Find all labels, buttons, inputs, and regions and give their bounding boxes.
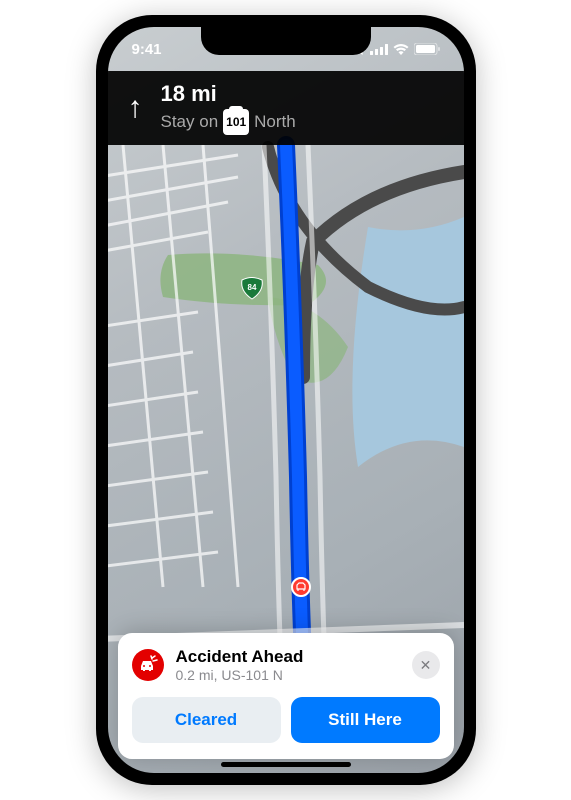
screen: 9:41 ◀ ↑ 18 mi Stay on 101 North 84 — [108, 27, 464, 773]
nav-instruction: Stay on 101 North — [161, 109, 296, 135]
phone-frame: 9:41 ◀ ↑ 18 mi Stay on 101 North 84 — [96, 15, 476, 785]
instruction-prefix: Stay on — [161, 112, 219, 132]
route-shield-icon: 101 — [223, 109, 249, 135]
alert-title: Accident Ahead — [176, 647, 400, 667]
wifi-icon — [393, 44, 409, 55]
still-here-button[interactable]: Still Here — [291, 697, 440, 743]
nav-distance: 18 mi — [161, 81, 296, 107]
incident-marker-icon[interactable] — [292, 578, 310, 596]
direction-arrow-icon: ↑ — [128, 91, 143, 125]
home-indicator[interactable] — [221, 762, 351, 767]
street-grid — [108, 145, 238, 587]
signal-icon — [370, 44, 388, 55]
incident-alert-card: Accident Ahead 0.2 mi, US-101 N ✕ Cleare… — [118, 633, 454, 759]
close-icon: ✕ — [420, 657, 432, 674]
road-parallel — [264, 145, 281, 667]
navigation-banner: ↑ 18 mi Stay on 101 North — [108, 71, 464, 145]
alert-subtitle: 0.2 mi, US-101 N — [176, 667, 400, 683]
instruction-suffix: North — [254, 112, 296, 132]
status-time: 9:41 — [132, 41, 162, 58]
water-area — [352, 217, 464, 467]
accident-icon — [132, 649, 164, 681]
notch — [201, 27, 371, 55]
cleared-button[interactable]: Cleared — [132, 697, 281, 743]
battery-icon — [414, 43, 440, 55]
svg-text:84: 84 — [247, 283, 256, 292]
close-button[interactable]: ✕ — [412, 651, 440, 679]
